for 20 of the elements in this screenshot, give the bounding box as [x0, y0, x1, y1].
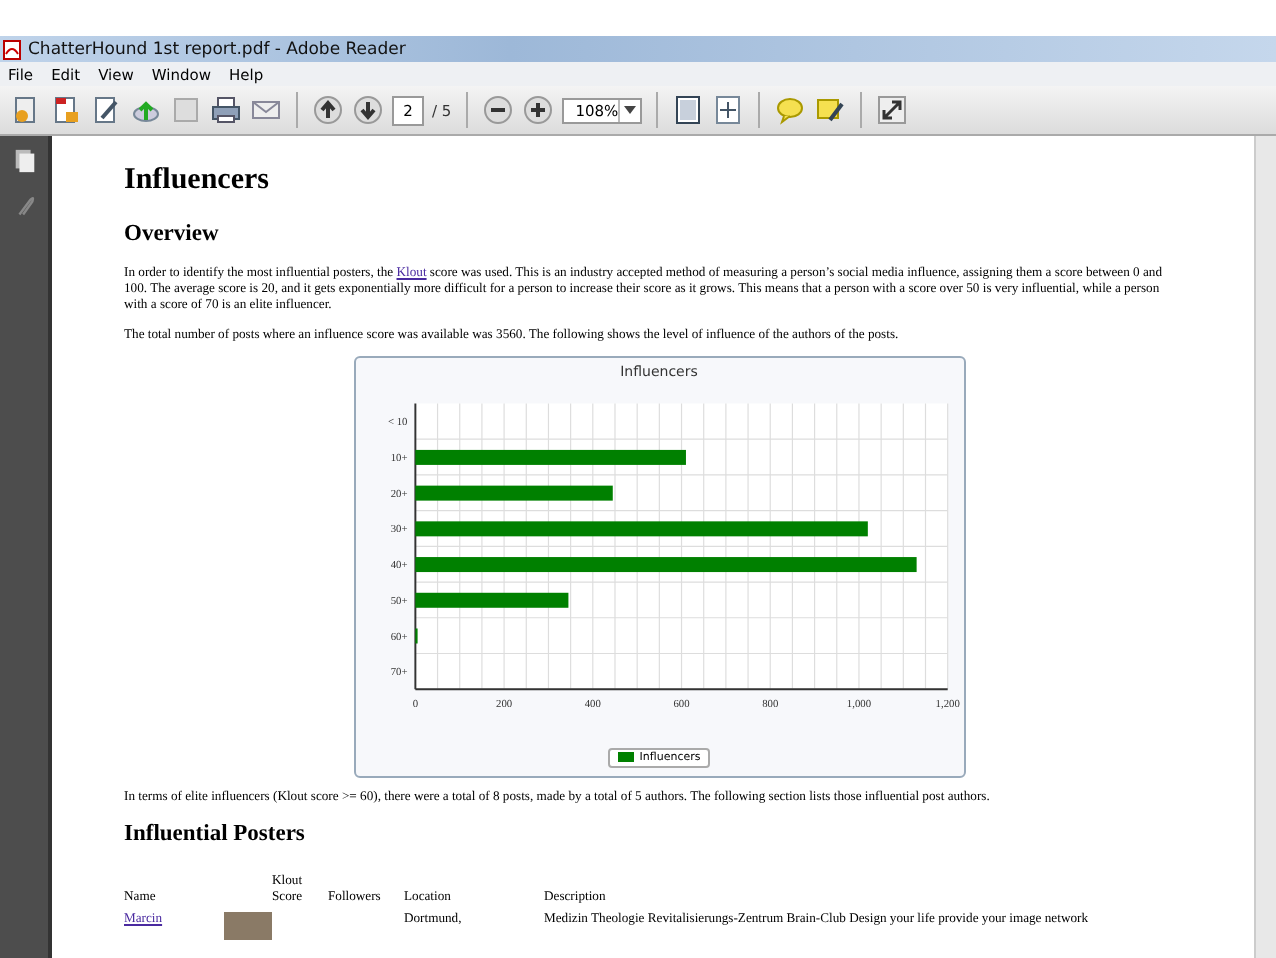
arrow-down-icon[interactable] [352, 94, 384, 126]
caret-icon [618, 99, 640, 121]
section-heading: Overview [124, 222, 219, 246]
print-icon[interactable] [210, 94, 242, 126]
pages-icon[interactable] [11, 148, 37, 174]
arrow-up-icon[interactable] [312, 94, 344, 126]
fit-page-icon[interactable] [671, 94, 704, 126]
scroll-bar[interactable] [1254, 136, 1276, 958]
pdf-icon [2, 39, 22, 59]
photo-placeholder [224, 912, 272, 941]
document-icon[interactable] [50, 94, 82, 126]
window-title: ChatterHound 1st report.pdf - Adobe Reader [28, 39, 406, 59]
zoom-out-icon[interactable] [481, 94, 514, 126]
edit-icon[interactable] [90, 94, 122, 126]
expand-icon[interactable] [875, 94, 908, 126]
page-heading: Influencers [124, 164, 269, 198]
zoom-in-icon[interactable] [521, 94, 554, 126]
fit-width-icon[interactable] [711, 94, 744, 126]
highlight-icon[interactable] [813, 94, 846, 126]
section-heading: Influential Posters [124, 822, 305, 847]
